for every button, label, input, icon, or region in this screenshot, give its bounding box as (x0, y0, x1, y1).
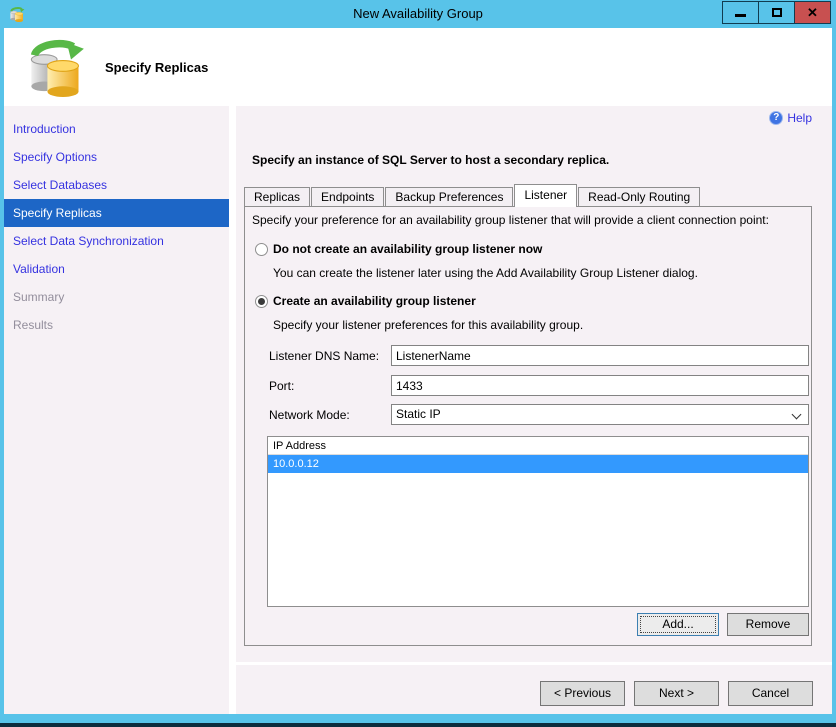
radio-do-not-create-listener[interactable] (255, 243, 268, 256)
sidebar-item-specify-options[interactable]: Specify Options (4, 143, 229, 171)
tab-strip: Replicas Endpoints Backup Preferences Li… (244, 184, 701, 207)
option-yes-description: Specify your listener preferences for th… (273, 318, 584, 332)
sidebar-divider (229, 106, 236, 714)
option-yes-label[interactable]: Create an availability group listener (273, 294, 476, 308)
minimize-icon (735, 14, 746, 17)
network-mode-label: Network Mode: (269, 408, 350, 422)
option-no-description: You can create the listener later using … (273, 266, 698, 280)
port-input[interactable] (391, 375, 809, 396)
sidebar-item-introduction[interactable]: Introduction (4, 115, 229, 143)
port-label: Port: (269, 379, 295, 393)
tab-backup-preferences[interactable]: Backup Preferences (385, 187, 514, 207)
network-mode-value: Static IP (396, 407, 441, 421)
tab-endpoints[interactable]: Endpoints (311, 187, 385, 207)
window-title: New Availability Group (353, 6, 483, 21)
help-icon: ? (769, 111, 784, 125)
wizard-steps-sidebar: Introduction Specify Options Select Data… (4, 106, 229, 714)
previous-button[interactable]: < Previous (540, 681, 625, 706)
help-label: Help (787, 111, 812, 125)
dns-name-input[interactable] (391, 345, 809, 366)
minimize-button[interactable] (722, 1, 759, 24)
radio-create-listener[interactable] (255, 295, 268, 308)
option-no-label[interactable]: Do not create an availability group list… (273, 242, 542, 256)
sidebar-item-validation[interactable]: Validation (4, 255, 229, 283)
new-availability-group-dialog: New Availability Group ✕ Specify Replica… (0, 0, 836, 727)
maximize-icon (771, 8, 782, 17)
ip-address-list: IP Address 10.0.0.12 (267, 436, 809, 607)
sidebar-item-select-data-synchronization[interactable]: Select Data Synchronization (4, 227, 229, 255)
network-mode-dropdown[interactable]: Static IP (391, 404, 809, 425)
tab-read-only-routing[interactable]: Read-Only Routing (578, 187, 701, 207)
chevron-down-icon (793, 411, 801, 419)
listener-intro-text: Specify your preference for an availabil… (252, 213, 769, 227)
window-controls: ✕ (722, 1, 831, 24)
close-icon: ✕ (807, 4, 818, 20)
wizard-header: Specify Replicas (4, 28, 832, 106)
dns-name-label: Listener DNS Name: (269, 349, 380, 363)
dialog-content: Specify Replicas Introduction Specify Op… (4, 28, 832, 714)
title-bar[interactable]: New Availability Group ✕ (0, 0, 836, 28)
tab-listener[interactable]: Listener (514, 184, 578, 207)
main-pane: ? Help Specify an instance of SQL Server… (236, 106, 832, 714)
close-button[interactable]: ✕ (794, 1, 831, 24)
sidebar-item-results: Results (13, 318, 54, 332)
window-bottom-edge (0, 723, 836, 727)
ip-address-row[interactable]: 10.0.0.12 (268, 455, 808, 473)
add-button[interactable]: Add... (637, 613, 719, 636)
page-title: Specify Replicas (105, 60, 209, 75)
sidebar-item-summary: Summary (13, 290, 65, 304)
sidebar-item-specify-replicas[interactable]: Specify Replicas (4, 199, 229, 227)
sidebar-item-select-databases[interactable]: Select Databases (4, 171, 229, 199)
wizard-body: Introduction Specify Options Select Data… (4, 106, 832, 714)
listener-tab-panel: Specify your preference for an availabil… (244, 206, 812, 646)
help-link[interactable]: ? Help (769, 111, 812, 125)
cancel-button[interactable]: Cancel (728, 681, 813, 706)
pane-heading: Specify an instance of SQL Server to hos… (252, 153, 610, 167)
remove-button[interactable]: Remove (727, 613, 809, 636)
tab-replicas[interactable]: Replicas (244, 187, 311, 207)
ip-address-column-header[interactable]: IP Address (268, 437, 808, 455)
footer-separator (236, 662, 832, 665)
replication-databases-icon (30, 39, 84, 97)
next-button[interactable]: Next > (634, 681, 719, 706)
maximize-button[interactable] (758, 1, 795, 24)
